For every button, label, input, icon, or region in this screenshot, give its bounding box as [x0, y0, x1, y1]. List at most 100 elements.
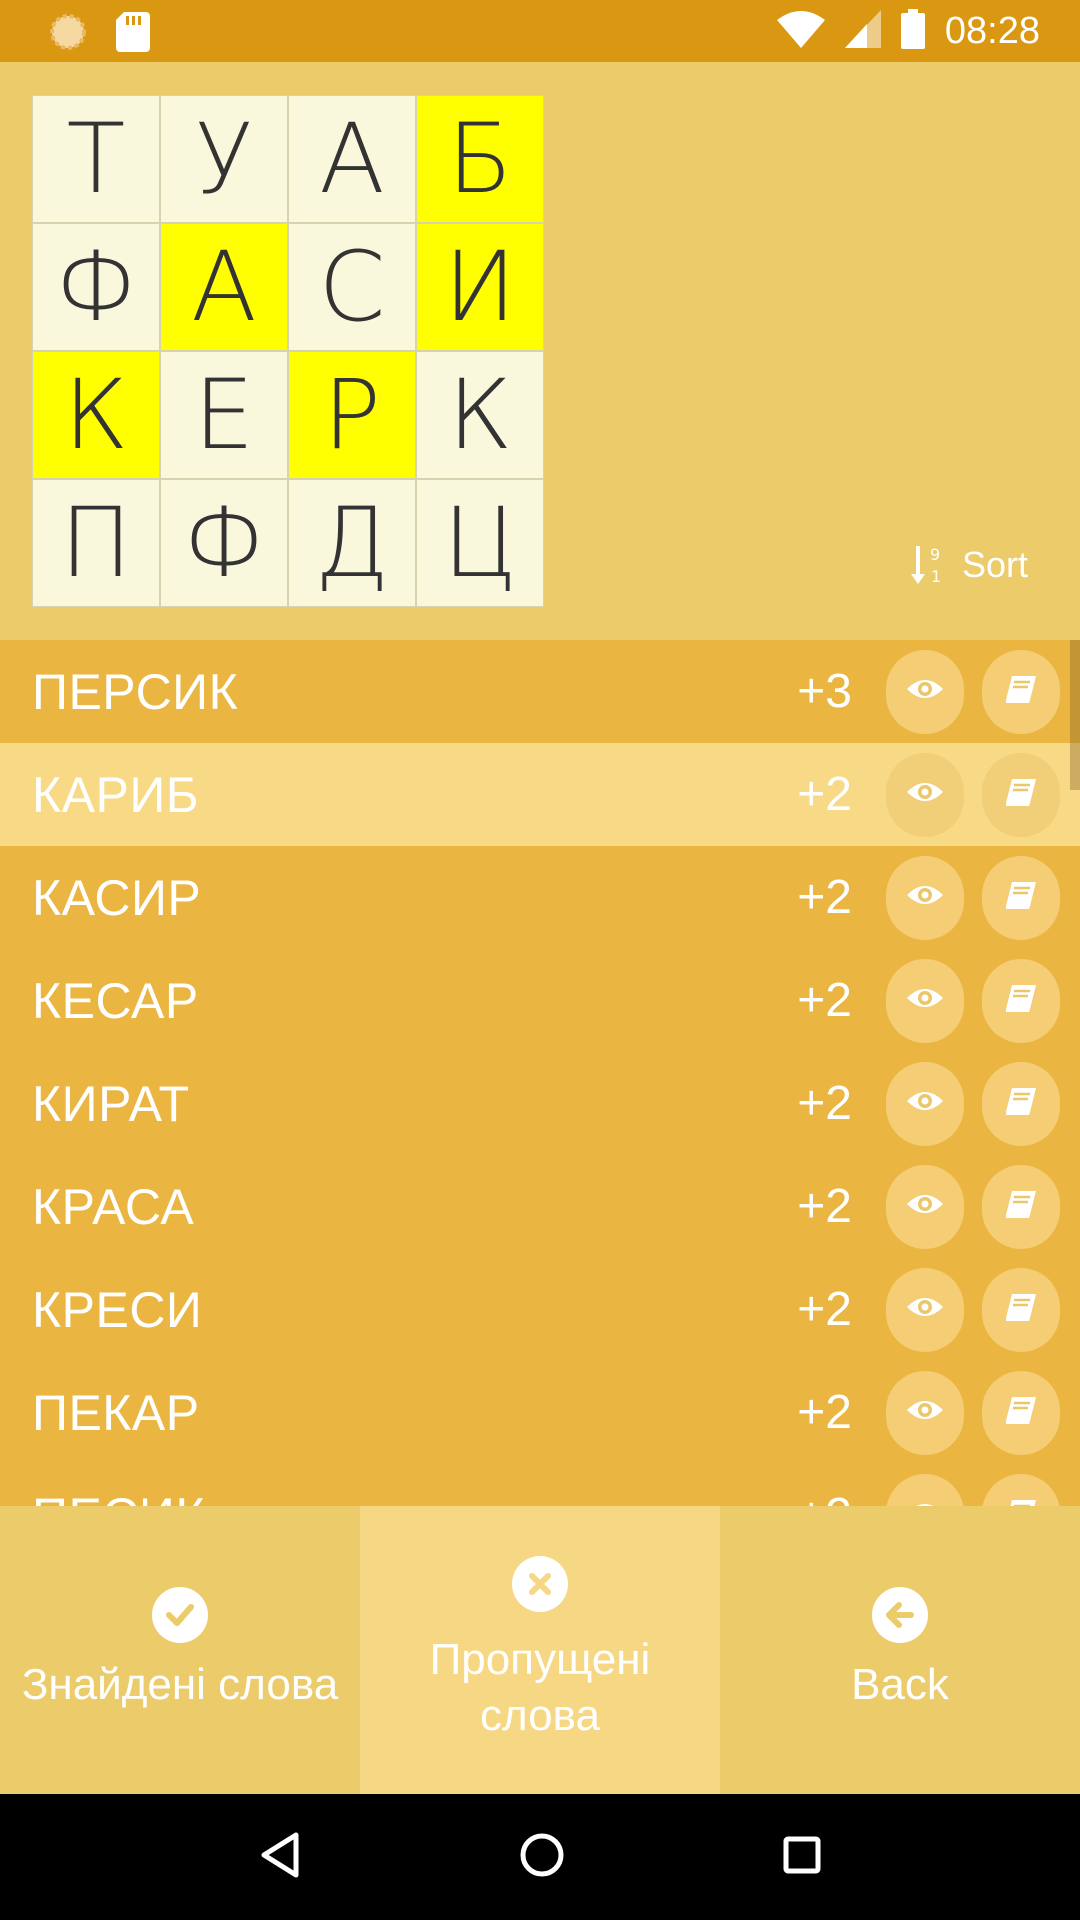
grid-cell[interactable]: Б	[416, 95, 544, 223]
dictionary-button[interactable]	[982, 1061, 1060, 1146]
word-row[interactable]: КАРИБ +2	[0, 743, 1080, 846]
dictionary-button[interactable]	[982, 649, 1060, 734]
book-icon	[1004, 880, 1038, 915]
tab-missed-words[interactable]: Пропущені слова	[360, 1506, 720, 1794]
dictionary-button[interactable]	[982, 1267, 1060, 1352]
book-icon	[1004, 674, 1038, 709]
show-word-button[interactable]	[886, 855, 964, 940]
back-triangle-icon[interactable]	[258, 1831, 302, 1884]
word-score: +2	[797, 871, 852, 924]
svg-text:9: 9	[930, 545, 940, 564]
show-word-button[interactable]	[886, 958, 964, 1043]
word-score: +2	[797, 1386, 852, 1439]
eye-icon	[906, 986, 944, 1015]
word-score: +3	[797, 665, 852, 718]
letter-grid: ТУАБФАСИКЕРКПФДЦ	[32, 95, 544, 607]
grid-cell[interactable]: У	[160, 95, 288, 223]
word-text: КИРАТ	[32, 1075, 190, 1132]
word-row[interactable]: КЕСАР +2	[0, 949, 1080, 1052]
word-row[interactable]: КАСИР +2	[0, 846, 1080, 949]
dictionary-button[interactable]	[982, 1473, 1060, 1506]
word-row[interactable]: КИРАТ +2	[0, 1052, 1080, 1155]
wifi-icon	[776, 10, 825, 53]
grid-cell[interactable]: К	[416, 351, 544, 479]
grid-cell[interactable]: Е	[160, 351, 288, 479]
word-row[interactable]: ПЕКАР +2	[0, 1361, 1080, 1464]
word-score: +2	[797, 1283, 852, 1336]
word-text: КРЕСИ	[32, 1281, 203, 1338]
grid-cell[interactable]: А	[160, 223, 288, 351]
eye-icon	[906, 1089, 944, 1118]
grid-cell[interactable]: П	[32, 479, 160, 607]
word-score: +2	[797, 1488, 852, 1506]
dictionary-button[interactable]	[982, 1164, 1060, 1249]
book-icon	[1004, 1498, 1038, 1506]
app-root: 08:28 ТУАБФАСИКЕРКПФДЦ 9 1 Sort ПЕРСИК +3…	[0, 0, 1080, 1920]
grid-cell[interactable]: И	[416, 223, 544, 351]
show-word-button[interactable]	[886, 1061, 964, 1146]
battery-icon	[900, 8, 925, 54]
grid-cell[interactable]: А	[288, 95, 416, 223]
sd-card-icon	[116, 12, 150, 57]
eye-icon	[906, 677, 944, 706]
word-score: +2	[797, 1077, 852, 1130]
eye-icon	[906, 1192, 944, 1221]
check-circle-icon	[152, 1587, 208, 1643]
status-bar: 08:28	[0, 0, 1080, 62]
book-icon	[1004, 1086, 1038, 1121]
dictionary-button[interactable]	[982, 958, 1060, 1043]
home-circle-icon[interactable]	[519, 1832, 565, 1883]
grid-cell[interactable]: Ф	[32, 223, 160, 351]
dictionary-button[interactable]	[982, 855, 1060, 940]
grid-cell[interactable]: Д	[288, 479, 416, 607]
grid-cell[interactable]: К	[32, 351, 160, 479]
sort-numeric-icon: 9 1	[910, 544, 946, 586]
tab-found-label: Знайдені слова	[21, 1660, 339, 1709]
tab-found-words[interactable]: Знайдені слова	[0, 1506, 360, 1794]
word-row[interactable]: КРАСА +2	[0, 1155, 1080, 1258]
svg-text:1: 1	[931, 567, 941, 586]
tab-back[interactable]: Back	[720, 1506, 1080, 1794]
show-word-button[interactable]	[886, 649, 964, 734]
word-row[interactable]: ПЕСИК +2	[0, 1464, 1080, 1506]
word-text: КРАСА	[32, 1178, 195, 1235]
show-word-button[interactable]	[886, 1370, 964, 1455]
grid-cell[interactable]: Ц	[416, 479, 544, 607]
show-word-button[interactable]	[886, 1267, 964, 1352]
grid-cell[interactable]: Ф	[160, 479, 288, 607]
eye-icon	[906, 1295, 944, 1324]
word-text: ПЕСИК	[32, 1487, 205, 1507]
show-word-button[interactable]	[886, 1473, 964, 1506]
word-text: КАРИБ	[32, 766, 200, 823]
sort-button[interactable]: 9 1 Sort	[910, 544, 1028, 586]
word-text: ПЕРСИК	[32, 663, 239, 720]
book-icon	[1004, 983, 1038, 1018]
close-circle-icon	[512, 1556, 568, 1612]
signal-icon	[844, 9, 881, 53]
recents-square-icon[interactable]	[782, 1835, 822, 1880]
navigation-bar	[0, 1794, 1080, 1920]
tab-back-label: Back	[851, 1660, 949, 1709]
scrollbar[interactable]	[1070, 640, 1080, 790]
eye-icon	[906, 780, 944, 809]
clock: 08:28	[944, 9, 1040, 52]
grid-cell[interactable]: С	[288, 223, 416, 351]
book-icon	[1004, 1395, 1038, 1430]
book-icon	[1004, 1292, 1038, 1327]
show-word-button[interactable]	[886, 752, 964, 837]
arrow-left-circle-icon	[872, 1587, 928, 1643]
status-icons: 08:28	[776, 0, 1040, 62]
grid-cell[interactable]: Т	[32, 95, 160, 223]
dictionary-button[interactable]	[982, 1370, 1060, 1455]
show-word-button[interactable]	[886, 1164, 964, 1249]
sort-label: Sort	[961, 544, 1028, 585]
tab-missed-label: Пропущені слова	[429, 1635, 651, 1740]
word-row[interactable]: ПЕРСИК +3	[0, 640, 1080, 743]
word-score: +2	[797, 974, 852, 1027]
word-text: ПЕКАР	[32, 1384, 200, 1441]
dictionary-button[interactable]	[982, 752, 1060, 837]
grid-cell[interactable]: Р	[288, 351, 416, 479]
word-text: КЕСАР	[32, 972, 199, 1029]
word-list[interactable]: ПЕРСИК +3 КАРИБ +2 КАСИР +2 КЕСАР +2 КИРАТ +2 КРАС…	[0, 640, 1080, 1506]
word-row[interactable]: КРЕСИ +2	[0, 1258, 1080, 1361]
